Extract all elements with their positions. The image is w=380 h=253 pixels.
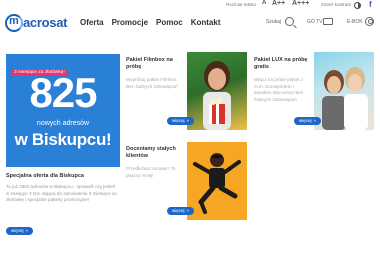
facebook-icon[interactable]: f [369,0,372,9]
main-card-description: To już 2800 adresów w Biskupcu - sprawdź… [6,184,117,203]
utility-bar: Rozmiar tekstu A A++ A+++ Zmień kontrast… [0,0,380,11]
acrosat-logo[interactable]: m acrosat [5,12,80,34]
filmbox-more-button[interactable]: więcej » [167,117,195,125]
promo-headline: w Biskupcu! [14,130,112,149]
ebok-label[interactable]: E-BOK [347,19,363,25]
jumping-man-illustration [193,153,241,214]
search-label[interactable]: Szukaj [266,19,281,25]
main-card-more-button[interactable]: więcej » [6,227,34,235]
button-label: więcej [299,118,312,123]
card-description-loyal-customers: Przedłużasz umowę? To płacisz mniej! [126,166,176,178]
arrow-right-icon: » [186,208,190,213]
card-title-loyal-customers[interactable]: Doceniamy stałych klientów [126,146,184,161]
nav-item-pomoc[interactable]: Pomoc [156,18,183,27]
nav-item-oferta[interactable]: Oferta [80,18,104,27]
card-title-lux[interactable]: Pakiet LUX na próbę gratis [254,57,312,72]
arrow-right-icon: » [186,118,190,123]
promo-banner-biskupiec[interactable]: 3 miesiące za złotówkę! 825 nowych adres… [6,54,120,167]
font-size-small-button[interactable]: A [262,0,266,6]
nav-item-promocje[interactable]: Promocje [112,18,148,27]
promo-subtitle: nowych adresów [36,120,90,127]
card-title-filmbox[interactable]: Pakiet Filmbox na próbę [126,57,184,72]
promo-number: 825 [29,69,97,116]
loyal-customers-image[interactable] [187,142,247,220]
search-icon[interactable] [285,17,294,26]
logo-text: acrosat [23,15,68,30]
font-size-medium-button[interactable]: A++ [272,0,285,7]
filmbox-image[interactable] [187,52,247,130]
contrast-label[interactable]: Zmień kontrast [321,2,351,7]
nav-item-kontakt[interactable]: Kontakt [191,18,221,27]
user-icon[interactable] [365,17,374,26]
button-label: więcej [11,228,24,233]
button-label: więcej [172,118,185,123]
logo-mark-letter: m [9,15,19,27]
arrow-right-icon: » [25,228,29,233]
card-description-lux: Włącz na próbę pakiet z m.in. Eurosporte… [254,77,304,102]
font-size-label: Rozmiar tekstu [226,2,257,7]
tv-icon[interactable] [323,18,333,25]
main-nav: Oferta Promocje Pomoc Kontakt [80,18,220,27]
woman-with-popcorn-illustration [203,61,231,130]
lux-more-button[interactable]: więcej » [294,117,322,125]
loyal-customers-more-button[interactable]: więcej » [167,207,195,215]
card-description-filmbox: Wypróbuj pakiet Filmbox. Bez żadnych zob… [126,77,178,89]
couple-illustration [322,67,368,130]
main-card-title[interactable]: Specjalna oferta dla Biskupca [6,173,84,179]
font-size-large-button[interactable]: A+++ [292,0,309,7]
go-tv-label[interactable]: GO TV [307,19,322,25]
arrow-right-icon: » [313,118,317,123]
contrast-icon[interactable] [354,2,361,9]
button-label: więcej [172,208,185,213]
lux-image[interactable] [314,52,374,130]
